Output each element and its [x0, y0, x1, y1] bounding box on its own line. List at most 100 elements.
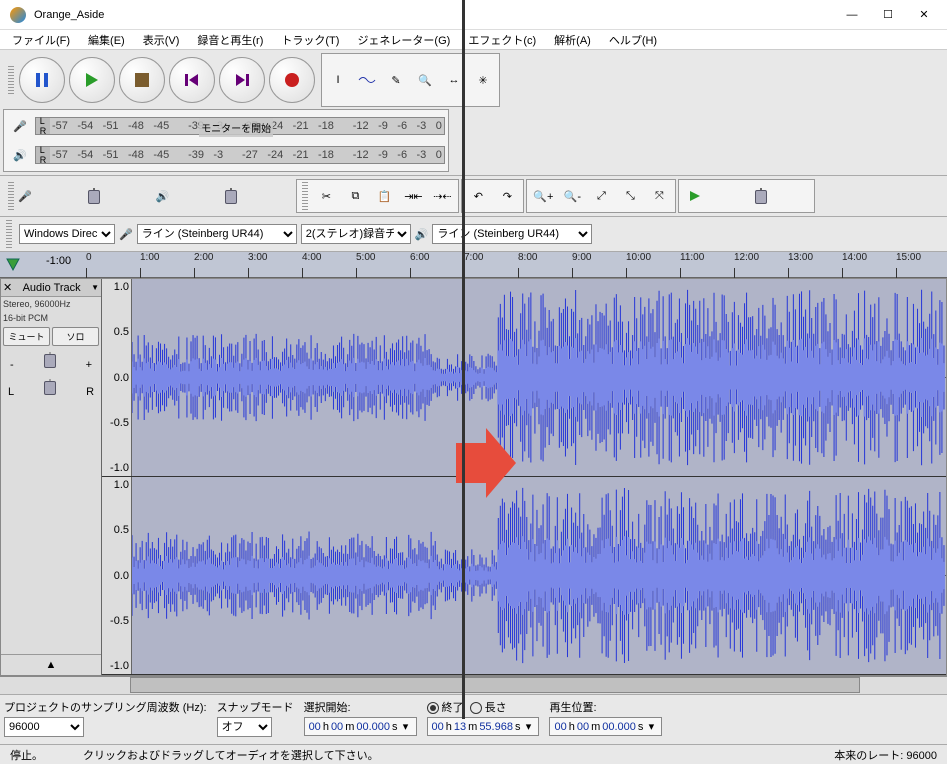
transport-toolbar	[2, 52, 320, 108]
stop-button[interactable]	[119, 57, 165, 103]
record-meter[interactable]: LR -57-54-51-48-45-39-3-27-24-21-18-12-9…	[35, 117, 445, 135]
selection-end-time[interactable]: 00h13m55.968s▾	[427, 717, 540, 736]
speaker-meter-icon[interactable]: 🔊	[6, 141, 34, 169]
playback-speed-slider[interactable]	[716, 188, 806, 204]
tracks-area: ✕ Audio Track ▼ Stereo, 96000Hz 16-bit PCM…	[0, 278, 947, 676]
menu-file[interactable]: ファイル(F)	[6, 30, 76, 50]
cut-icon[interactable]: ✂	[312, 182, 340, 210]
menu-help[interactable]: ヘルプ(H)	[603, 30, 663, 50]
playback-volume-slider[interactable]	[176, 188, 286, 204]
collapse-button[interactable]: ▲	[1, 654, 101, 675]
zoom-toolbar: 🔍+ 🔍- ⤢ ⤡ ⤧	[526, 179, 676, 213]
zoom-in-icon[interactable]: 🔍+	[529, 182, 557, 210]
mute-button[interactable]: ミュート	[3, 327, 50, 346]
status-state: 停止。	[10, 747, 43, 763]
grip-icon[interactable]	[6, 220, 12, 248]
snap-select[interactable]: オフ	[217, 717, 272, 737]
project-rate-select[interactable]: 96000	[4, 717, 84, 737]
record-device-select[interactable]: ライン (Steinberg UR44)	[137, 224, 297, 244]
track-menu-icon[interactable]: ▼	[91, 283, 99, 292]
fit-project-icon[interactable]: ⤡	[616, 182, 644, 210]
horizontal-scrollbar[interactable]	[0, 676, 947, 694]
channel-left[interactable]: 1.00.50.0-0.5-1.0	[102, 279, 946, 477]
menubar: ファイル(F) 編集(E) 表示(V) 録音と再生(r) トラック(T) ジェネ…	[0, 30, 947, 50]
waveform-area[interactable]: 1.00.50.0-0.5-1.0 1.00.50.0-0.5-1.0	[102, 279, 946, 675]
track-control-panel[interactable]: ✕ Audio Track ▼ Stereo, 96000Hz 16-bit PCM…	[1, 279, 102, 675]
menu-analyze[interactable]: 解析(A)	[548, 30, 597, 50]
menu-edit[interactable]: 編集(E)	[82, 30, 131, 50]
record-button[interactable]	[269, 57, 315, 103]
meter-overlay-text[interactable]: モニターを開始	[199, 118, 273, 137]
zoom-tool-icon[interactable]: 🔍	[411, 66, 439, 94]
grip-icon[interactable]	[8, 66, 14, 94]
timeline-ruler[interactable]: -1:00 01:002:003:004:005:006:007:008:009…	[0, 252, 947, 278]
selection-start-time[interactable]: 00h00m00.000s▾	[304, 717, 417, 736]
play-button[interactable]	[69, 57, 115, 103]
status-hint: クリックおよびドラッグしてオーディオを選択して下さい。	[83, 747, 794, 763]
track-bits: 16-bit PCM	[1, 311, 101, 325]
selection-tool-icon[interactable]: I	[324, 66, 352, 94]
multi-tool-icon[interactable]: ✳	[469, 66, 497, 94]
fit-selection-icon[interactable]: ⤢	[587, 182, 615, 210]
edit-toolbar: ✂ ⧉ 📋 ⇥⇤ ⇢⇠	[296, 179, 459, 213]
meter-l-label: LR	[36, 147, 50, 163]
grip-icon[interactable]	[302, 182, 308, 210]
zoom-toggle-icon[interactable]: ⤧	[645, 182, 673, 210]
draw-tool-icon[interactable]: ✎	[382, 66, 410, 94]
paste-icon[interactable]: 📋	[370, 182, 398, 210]
redo-icon[interactable]: ↷	[493, 182, 521, 210]
play-at-speed-icon[interactable]	[681, 182, 709, 210]
menu-effect[interactable]: エフェクト(c)	[462, 30, 542, 50]
audio-host-select[interactable]: Windows Direc	[19, 224, 115, 244]
menu-generate[interactable]: ジェネレーター(G)	[351, 30, 456, 50]
speaker-icon: 🔊	[415, 228, 429, 241]
length-radio[interactable]	[470, 702, 482, 714]
skip-start-button[interactable]	[169, 57, 215, 103]
mixer-toolbar: 🎤 🔊	[2, 178, 295, 214]
toolbars-row2: 🎤 🔊 ✂ ⧉ 📋 ⇥⇤ ⇢⇠ ↶ ↷ 🔍+ 🔍- ⤢ ⤡ ⤧	[0, 176, 947, 217]
mic-icon: 🎤	[18, 190, 32, 203]
playback-device-select[interactable]: ライン (Steinberg UR44)	[432, 224, 592, 244]
record-volume-slider[interactable]	[39, 188, 149, 204]
pan-slider[interactable]	[20, 379, 80, 395]
mic-meter-icon[interactable]: 🎤	[6, 112, 34, 140]
trim-icon[interactable]: ⇥⇤	[399, 182, 427, 210]
amplitude-scale: 1.00.50.0-0.5-1.0	[102, 477, 132, 674]
status-rate: 本来のレート: 96000	[834, 747, 937, 763]
undo-toolbar: ↶ ↷	[461, 179, 524, 213]
zoom-out-icon[interactable]: 🔍-	[558, 182, 586, 210]
pin-area[interactable]	[0, 252, 46, 277]
menu-tracks[interactable]: トラック(T)	[275, 30, 345, 50]
record-channels-select[interactable]: 2(ステレオ)録音チ	[301, 224, 411, 244]
gain-slider[interactable]	[20, 352, 80, 368]
audio-position-time[interactable]: 00h00m00.000s▾	[549, 717, 662, 736]
pause-button[interactable]	[19, 57, 65, 103]
timeline-negative: -1:00	[46, 252, 86, 277]
grip-icon[interactable]	[8, 182, 14, 210]
copy-icon[interactable]: ⧉	[341, 182, 369, 210]
scrollbar-thumb[interactable]	[130, 677, 860, 693]
amplitude-scale: 1.00.50.0-0.5-1.0	[102, 279, 132, 476]
undo-icon[interactable]: ↶	[464, 182, 492, 210]
channel-right[interactable]: 1.00.50.0-0.5-1.0	[102, 477, 946, 675]
selection-bar: プロジェクトのサンプリング周波数 (Hz): 96000 スナップモード オフ …	[0, 694, 947, 744]
device-toolbar: Windows Direc 🎤 ライン (Steinberg UR44) 2(ス…	[0, 217, 947, 252]
timeshift-tool-icon[interactable]: ↔	[440, 66, 468, 94]
playback-meter[interactable]: LR -57-54-51-48-45-39-3-27-24-21-18-12-9…	[35, 146, 445, 164]
track-format: Stereo, 96000Hz	[1, 297, 101, 311]
menu-view[interactable]: 表示(V)	[137, 30, 186, 50]
track-name[interactable]: Audio Track	[23, 282, 81, 294]
skip-end-button[interactable]	[219, 57, 265, 103]
envelope-tool-icon[interactable]	[353, 66, 381, 94]
meter-l-label: LR	[36, 118, 50, 134]
project-rate-label: プロジェクトのサンプリング周波数 (Hz):	[4, 699, 207, 715]
toolbars-row1: I ✎ 🔍 ↔ ✳ 🎤 LR -57-54-51-48-45-39-3-27-2…	[0, 50, 947, 176]
silence-icon[interactable]: ⇢⇠	[428, 182, 456, 210]
window-title: Orange_Aside	[34, 9, 829, 21]
solo-button[interactable]: ソロ	[52, 327, 99, 346]
menu-transport[interactable]: 録音と再生(r)	[191, 30, 269, 50]
end-radio[interactable]	[427, 702, 439, 714]
app-logo-icon	[10, 7, 26, 23]
close-button[interactable]: ✕	[901, 0, 947, 30]
track-close-icon[interactable]: ✕	[3, 281, 12, 294]
